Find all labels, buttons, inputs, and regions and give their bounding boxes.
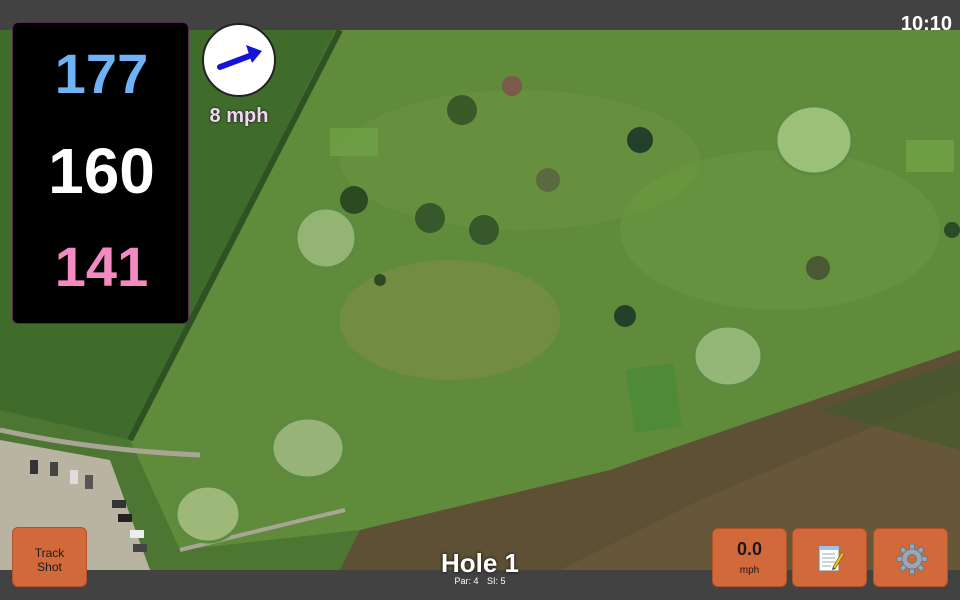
wind-speed-unit: mph (739, 565, 760, 576)
settings-button[interactable] (873, 528, 948, 587)
wind-speed-label: 8 mph (209, 105, 269, 127)
hole-title: Hole 1 (440, 548, 520, 578)
track-shot-label-line2: Shot (37, 560, 62, 574)
hole-par: Par: 4 (454, 576, 479, 586)
back-green-distance: 177 (54, 42, 149, 105)
middle-green-distance: 160 (48, 135, 155, 207)
notepad-icon (818, 545, 845, 572)
gear-icon (896, 543, 928, 575)
notes-button[interactable] (792, 528, 867, 587)
front-green-distance: 141 (54, 235, 149, 298)
wind-speed-value: 0.0 (736, 539, 763, 559)
hole-stroke-index: SI: 5 (487, 576, 506, 586)
distance-panel: 177 160 141 (12, 22, 189, 324)
track-shot-button[interactable]: Track Shot (12, 527, 87, 587)
wind-speed-button[interactable]: 0.0 mph (712, 528, 787, 587)
hole-meta: Par: 4 SI: 5 (380, 577, 580, 586)
track-shot-label-line1: Track (34, 546, 65, 560)
wind-direction-indicator (202, 23, 276, 97)
wind-arrow-icon (217, 45, 262, 70)
